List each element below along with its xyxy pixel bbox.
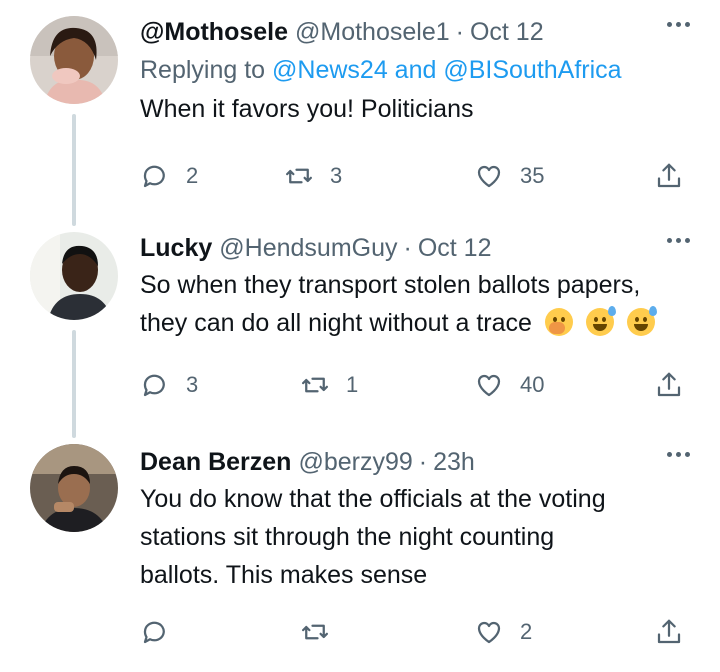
display-name[interactable]: Lucky [140,232,212,264]
avatar-image [30,232,118,320]
user-handle[interactable]: @HendsumGuy [219,232,397,264]
share-button[interactable] [654,612,684,652]
timestamp[interactable]: Oct 12 [470,16,544,48]
like-count: 35 [520,163,545,188]
tweet[interactable]: Lucky @HendsumGuy · Oct 12 So when they … [0,226,720,434]
avatar[interactable] [30,444,118,532]
tweet-text-line: You do know that the officials at the vo… [140,485,606,513]
tweet-header: Dean Berzen @berzy99 · 23h [140,446,690,478]
tweet-text-line: they can do all night without a trace [140,309,532,337]
reply-button[interactable]: 2 [140,156,198,196]
face-with-hand-over-mouth-emoji [544,308,573,336]
reply-count: 3 [186,372,199,397]
timestamp[interactable]: Oct 12 [418,232,492,264]
reply-button[interactable]: 3 [140,365,198,405]
tweet-text: You do know that the officials at the vo… [140,480,690,594]
grinning-face-with-sweat-emoji [626,306,657,336]
separator: · [455,18,464,46]
tweet-text-line: When it favors you! Politicians [140,95,474,123]
retweet-button[interactable]: 1 [300,365,358,405]
tweet-thread: @Mothosele @Mothosele1 · Oct 12 Replying… [0,0,720,672]
retweet-icon [302,624,328,640]
tweet-text-line: ballots. This makes sense [140,561,428,589]
reply-icon [143,165,165,188]
tweet[interactable]: @Mothosele @Mothosele1 · Oct 12 Replying… [0,0,720,210]
display-name[interactable]: @Mothosele [140,16,288,48]
share-button[interactable] [654,365,684,405]
like-button[interactable]: 40 [474,365,544,405]
reply-count: 2 [186,163,199,188]
retweet-count: 3 [330,163,343,188]
user-handle[interactable]: @Mothosele1 [295,16,450,48]
retweet-count: 1 [346,372,359,397]
replying-mentions-link[interactable]: @News24 and @BISouthAfrica [272,56,622,84]
like-button[interactable]: 35 [474,156,544,196]
like-count: 2 [520,619,533,644]
avatar-image [30,444,118,532]
tweet-header: @Mothosele @Mothosele1 · Oct 12 [140,16,690,48]
replying-prefix: Replying to [140,56,266,84]
timestamp[interactable]: 23h [433,446,475,478]
share-icon [657,163,681,188]
separator: · [418,448,428,476]
reply-icon [143,374,165,397]
tweet-text: When it favors you! Politicians [140,90,690,128]
reply-icon [143,621,165,644]
tweet[interactable]: Dean Berzen @berzy99 · 23h You do know t… [0,440,720,672]
tweet-text: So when they transport stolen ballots pa… [140,266,690,342]
retweet-icon [286,168,312,184]
heart-icon [477,621,501,644]
share-button[interactable] [654,156,684,196]
like-button[interactable]: 2 [474,612,532,652]
more-dots-icon[interactable] [667,452,690,457]
tweet-text-line: stations sit through the night counting [140,523,555,551]
share-icon [657,619,681,644]
retweet-icon [302,377,328,393]
avatar[interactable] [30,16,118,104]
share-icon [657,372,681,397]
like-count: 40 [520,372,545,397]
avatar-image [30,16,118,104]
action-bar: 2 [140,612,692,652]
display-name[interactable]: Dean Berzen [140,446,291,478]
tweet-text-line-with-emoji: they can do all night without a trace [140,304,690,342]
reply-button[interactable] [140,612,186,652]
more-dots-icon[interactable] [667,238,690,243]
tweet-header: Lucky @HendsumGuy · Oct 12 [140,232,690,264]
action-bar: 2 3 35 [140,156,692,196]
action-bar: 3 1 40 [140,365,692,405]
separator: · [403,234,412,262]
heart-icon [477,165,501,188]
grinning-face-with-sweat-emoji [585,306,616,336]
more-dots-icon[interactable] [667,22,690,27]
replying-to: Replying to @News24 and @BISouthAfrica [140,52,690,88]
retweet-button[interactable] [300,612,346,652]
retweet-button[interactable]: 3 [284,156,342,196]
avatar[interactable] [30,232,118,320]
user-handle[interactable]: @berzy99 [298,446,412,478]
tweet-text-line: So when they transport stolen ballots pa… [140,271,641,299]
heart-icon [477,374,501,397]
